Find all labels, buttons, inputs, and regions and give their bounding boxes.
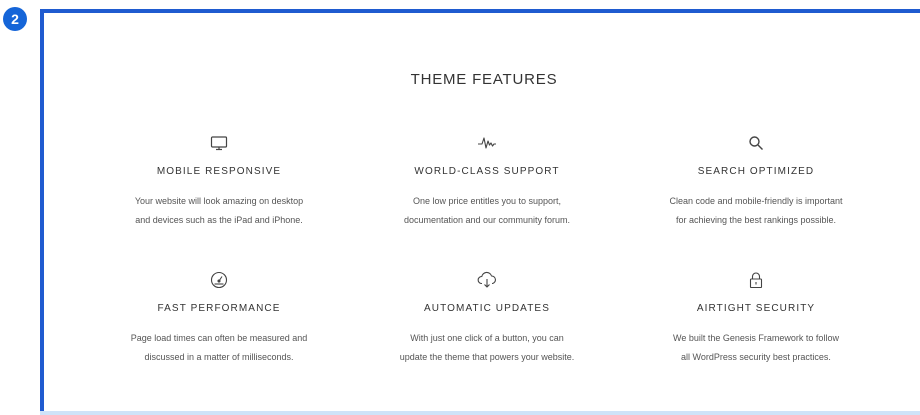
feature-description: We built the Genesis Framework to follow…	[636, 329, 876, 367]
search-icon	[746, 133, 766, 153]
feature-description-line: for achieving the best rankings possible…	[675, 215, 837, 225]
frame-bottom-edge	[40, 411, 920, 415]
monitor-icon	[209, 133, 229, 153]
feature-description-line: discussed in a matter of milliseconds.	[144, 352, 294, 362]
feature-heading: AIRTIGHT SECURITY	[696, 303, 816, 314]
speedometer-icon	[209, 270, 229, 290]
lock-icon	[746, 270, 766, 290]
feature-description: Page load times can often be measured an…	[99, 329, 339, 367]
feature-heading: FAST PERFORMANCE	[157, 303, 281, 314]
features-grid: MOBILE RESPONSIVE Your website will look…	[44, 133, 920, 367]
feature-description: With just one click of a button, you can…	[367, 329, 607, 367]
feature-description-line: Page load times can often be measured an…	[130, 333, 308, 343]
feature-description-line: all WordPress security best practices.	[681, 352, 831, 362]
feature-airtight-security: AIRTIGHT SECURITY We built the Genesis F…	[622, 270, 890, 367]
feature-fast-performance: FAST PERFORMANCE Page load times can oft…	[86, 270, 352, 367]
feature-automatic-updates: AUTOMATIC UPDATES With just one click of…	[352, 270, 622, 367]
feature-description: Clean code and mobile-friendly is import…	[636, 192, 876, 230]
section-title: THEME FEATURES	[410, 71, 558, 88]
highlight-frame: THEME FEATURES MOBILE RESPONSIVE Your we…	[40, 9, 920, 415]
feature-description-line: One low price entitles you to support,	[412, 196, 562, 206]
feature-description: One low price entitles you to support, d…	[367, 192, 607, 230]
feature-world-class-support: WORLD-CLASS SUPPORT One low price entitl…	[352, 133, 622, 230]
feature-description-line: Clean code and mobile-friendly is import…	[669, 196, 843, 206]
feature-heading: AUTOMATIC UPDATES	[424, 303, 550, 314]
feature-heading: WORLD-CLASS SUPPORT	[414, 166, 560, 177]
pulse-icon	[477, 133, 497, 153]
cloud-download-icon	[477, 270, 497, 290]
feature-description-line: and devices such as the iPad and iPhone.	[135, 215, 303, 225]
feature-mobile-responsive: MOBILE RESPONSIVE Your website will look…	[86, 133, 352, 230]
feature-description-line: Your website will look amazing on deskto…	[134, 196, 304, 206]
feature-description-line: update the theme that powers your websit…	[399, 352, 575, 362]
feature-heading: SEARCH OPTIMIZED	[697, 166, 815, 177]
feature-description: Your website will look amazing on deskto…	[99, 192, 339, 230]
feature-description-line: With just one click of a button, you can	[410, 333, 564, 343]
step-number-badge: 2	[3, 7, 27, 31]
feature-search-optimized: SEARCH OPTIMIZED Clean code and mobile-f…	[622, 133, 890, 230]
feature-heading: MOBILE RESPONSIVE	[156, 166, 282, 177]
feature-description-line: documentation and our community forum.	[403, 215, 571, 225]
screenshot-stage: 2 THEME FEATURES MOBILE RESPONSIVE Your …	[0, 0, 920, 415]
feature-description-line: We built the Genesis Framework to follow	[673, 333, 839, 343]
